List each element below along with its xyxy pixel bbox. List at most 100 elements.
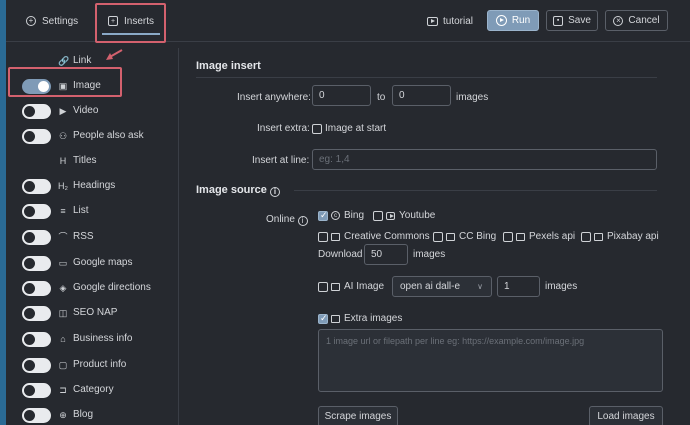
rss-icon: ⌒ xyxy=(58,232,68,242)
sidebar-item-label: Google maps xyxy=(73,257,133,268)
image-icon xyxy=(594,232,603,241)
youtube-option: Youtube xyxy=(386,210,435,221)
rss-toggle[interactable] xyxy=(22,230,51,245)
insert-anywhere-label: Insert anywhere: xyxy=(237,92,311,103)
extra-images-label: Extra images xyxy=(344,313,403,324)
headings-icon: H₂ xyxy=(58,181,68,191)
to-label: to xyxy=(377,92,386,103)
sidebar-item-label: People also ask xyxy=(73,130,144,141)
pixabay-checkbox[interactable] xyxy=(581,232,591,242)
product-info-toggle[interactable] xyxy=(22,358,51,373)
list-toggle[interactable] xyxy=(22,204,51,219)
sidebar-item-label: Blog xyxy=(73,409,94,420)
download-label: Download xyxy=(318,249,363,260)
app-window: + Settings + Inserts tutorial Run ▪ Save… xyxy=(6,0,690,425)
ai-image-checkbox[interactable] xyxy=(318,282,328,292)
sidebar-item-google-maps[interactable]: ▭ Google maps xyxy=(6,253,176,273)
sidebar-item-business-info[interactable]: ⌂ Business info xyxy=(6,329,176,349)
creative-commons-label: Creative Commons xyxy=(344,231,430,242)
ai-count-input[interactable] xyxy=(497,276,540,297)
run-button[interactable]: Run xyxy=(487,10,539,31)
image-source-title: Image source i xyxy=(196,184,280,197)
info-icon[interactable]: i xyxy=(269,187,280,197)
ai-image-option: AI Image xyxy=(331,281,384,292)
cc-bing-checkbox[interactable] xyxy=(433,232,443,242)
play-circle-icon xyxy=(495,15,507,26)
extra-images-checkbox[interactable] xyxy=(318,313,328,324)
ai-image-label: AI Image xyxy=(344,281,385,292)
google-maps-toggle[interactable] xyxy=(22,256,51,271)
business-info-toggle[interactable] xyxy=(22,332,51,347)
blog-toggle[interactable] xyxy=(22,408,51,423)
load-images-button[interactable]: Load images xyxy=(589,406,663,425)
tutorial-label: tutorial xyxy=(443,15,474,27)
image-icon xyxy=(446,232,455,241)
extra-images-option: Extra images xyxy=(331,313,402,324)
sidebar-item-label: List xyxy=(73,205,89,216)
ai-image-icon xyxy=(331,282,340,291)
map-icon: ▭ xyxy=(58,258,68,268)
seo-nap-toggle[interactable] xyxy=(22,306,51,321)
extra-images-textarea[interactable] xyxy=(318,329,663,392)
creative-commons-checkbox[interactable] xyxy=(318,232,328,242)
sidebar-item-list[interactable]: ≡ List xyxy=(6,201,176,221)
pexels-option: Pexels api xyxy=(516,231,575,242)
online-info-icon[interactable]: i xyxy=(297,216,308,226)
image-source-divider xyxy=(294,190,657,191)
sidebar-item-product-info[interactable]: ▢ Product info xyxy=(6,355,176,375)
sidebar-item-label: Titles xyxy=(73,155,97,166)
image-at-start-checkbox[interactable] xyxy=(312,124,322,134)
tutorial-link[interactable]: tutorial xyxy=(427,12,473,30)
sidebar-item-label: SEO NAP xyxy=(73,307,118,318)
product-icon: ▢ xyxy=(58,360,68,370)
video-play-icon xyxy=(427,16,438,26)
sidebar-item-category[interactable]: ⊐ Category xyxy=(6,380,176,400)
cancel-button[interactable]: × Cancel xyxy=(605,10,668,31)
insert-at-line-input[interactable] xyxy=(312,149,657,170)
online-label-text: Online xyxy=(266,214,295,225)
pexels-checkbox[interactable] xyxy=(503,232,513,242)
ai-model-value: open ai dall-e xyxy=(400,281,461,292)
sidebar-item-blog[interactable]: ⊕ Blog xyxy=(6,405,176,425)
tab-settings-label: Settings xyxy=(42,15,79,27)
category-icon: ⊐ xyxy=(59,385,67,395)
sidebar-item-seo-nap[interactable]: ◫ SEO NAP xyxy=(6,303,176,323)
bing-checkbox[interactable] xyxy=(318,210,328,221)
sidebar-item-people-also-ask[interactable]: ⚇ People also ask xyxy=(6,126,176,146)
image-icon xyxy=(516,232,525,241)
sidebar-item-titles[interactable]: H Titles xyxy=(6,151,176,171)
download-count-input[interactable] xyxy=(364,244,408,265)
sidebar-item-label: Google directions xyxy=(73,282,151,293)
sidebar: 🔗 Link ▣ Image ▶ Video ⚇ People also ask… xyxy=(6,43,178,425)
pixabay-label: Pixabay api xyxy=(607,231,659,242)
insert-from-input[interactable] xyxy=(312,85,371,106)
youtube-label: Youtube xyxy=(399,210,436,221)
tab-settings[interactable]: + Settings xyxy=(26,12,78,30)
bing-option: c Bing xyxy=(331,210,364,221)
sidebar-item-video[interactable]: ▶ Video xyxy=(6,101,176,121)
headings-toggle[interactable] xyxy=(22,179,51,194)
ai-model-select[interactable]: open ai dall-e ∨ xyxy=(392,276,492,297)
video-toggle[interactable] xyxy=(22,104,51,119)
globe-icon: ⊕ xyxy=(59,410,67,420)
sidebar-item-label: Headings xyxy=(73,180,116,191)
video-icon: ▶ xyxy=(59,106,67,116)
image-icon xyxy=(331,232,340,241)
sidebar-item-headings[interactable]: H₂ Headings xyxy=(6,176,176,196)
main-panel: Image insert Insert anywhere: to images … xyxy=(196,48,666,425)
bing-label: Bing xyxy=(344,210,365,221)
save-button[interactable]: ▪ Save xyxy=(546,10,598,31)
sidebar-item-rss[interactable]: ⌒ RSS xyxy=(6,227,176,247)
people-also-ask-toggle[interactable] xyxy=(22,129,51,144)
insert-to-input[interactable] xyxy=(392,85,451,106)
save-icon: ▪ xyxy=(553,15,564,26)
ai-unit-label: images xyxy=(545,281,578,292)
youtube-checkbox[interactable] xyxy=(373,211,383,221)
sidebar-item-google-directions[interactable]: ◈ Google directions xyxy=(6,278,176,298)
scrape-images-button[interactable]: Scrape images xyxy=(318,406,398,425)
image-insert-divider xyxy=(196,77,657,78)
category-toggle[interactable] xyxy=(22,383,51,398)
google-directions-toggle[interactable] xyxy=(22,281,51,296)
link-icon: 🔗 xyxy=(58,56,70,66)
sidebar-item-label: Link xyxy=(73,55,92,66)
